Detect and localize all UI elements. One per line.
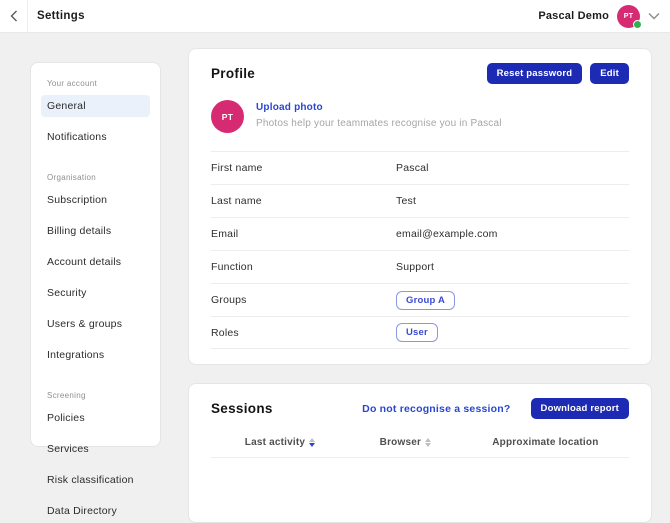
profile-card: Profile Reset password Edit PT Upload ph…: [188, 48, 652, 365]
column-last-activity: Last activity: [244, 437, 306, 448]
field-value: Pascal: [396, 162, 429, 174]
profile-title: Profile: [211, 66, 256, 81]
online-status-dot: [633, 19, 642, 29]
profile-avatar: PT: [211, 100, 244, 133]
sessions-card: Sessions Do not recognise a session? Dow…: [188, 383, 652, 523]
sidebar-section-your-account: Your account: [47, 79, 98, 88]
sidebar-item-subscription[interactable]: Subscription: [41, 189, 150, 211]
upload-photo-link[interactable]: Upload photo: [256, 102, 502, 113]
sidebar-item-data-directory[interactable]: Data Directory: [41, 500, 150, 522]
field-value: email@example.com: [396, 228, 498, 240]
field-label: Function: [211, 261, 253, 273]
field-row-groups: Groups Group A: [211, 283, 629, 316]
chevron-down-icon[interactable]: [648, 12, 660, 20]
column-approximate-location: Approximate location: [492, 437, 599, 448]
sidebar-item-risk-classification[interactable]: Risk classification: [41, 469, 150, 491]
page-title: Settings: [37, 10, 85, 22]
sidebar-item-security[interactable]: Security: [41, 282, 150, 304]
role-chip[interactable]: User: [396, 323, 438, 342]
field-row-last-name: Last name Test: [211, 184, 629, 217]
do-not-recognise-session-link[interactable]: Do not recognise a session?: [362, 403, 510, 415]
field-label: Last name: [211, 195, 262, 207]
field-label: Email: [211, 228, 239, 240]
field-label: First name: [211, 162, 263, 174]
user-name: Pascal Demo: [538, 10, 609, 22]
chevron-left-icon: [10, 10, 17, 22]
sidebar-item-users-groups[interactable]: Users & groups: [41, 313, 150, 335]
sidebar-item-account-details[interactable]: Account details: [41, 251, 150, 273]
sessions-title: Sessions: [211, 401, 273, 416]
sidebar-item-notifications[interactable]: Notifications: [41, 126, 150, 148]
group-chip[interactable]: Group A: [396, 290, 456, 310]
sidebar-item-billing-details[interactable]: Billing details: [41, 220, 150, 242]
sidebar-item-integrations[interactable]: Integrations: [41, 344, 150, 366]
sidebar-item-general[interactable]: General: [41, 95, 150, 117]
sidebar-section-organisation: Organisation: [47, 173, 96, 182]
field-row-email: Email email@example.com: [211, 217, 629, 250]
field-value: Test: [396, 195, 417, 207]
field-row-roles: Roles User: [211, 316, 629, 349]
back-button[interactable]: [0, 0, 28, 33]
field-row-first-name: First name Pascal: [211, 151, 629, 184]
sidebar-item-policies[interactable]: Policies: [41, 407, 150, 429]
settings-sidebar: Your account General Notifications Organ…: [30, 62, 161, 517]
sessions-table-header: Last activity Browser Approximate locati…: [211, 437, 629, 458]
sort-icon-last-activity[interactable]: [309, 438, 316, 447]
download-report-button[interactable]: Download report: [530, 398, 629, 419]
sort-icon-browser[interactable]: [425, 438, 432, 447]
edit-button[interactable]: Edit: [590, 63, 629, 84]
user-avatar[interactable]: PT: [617, 4, 642, 29]
topbar: Settings Pascal Demo PT: [0, 0, 670, 33]
reset-password-button[interactable]: Reset password: [486, 63, 583, 84]
column-browser: Browser: [379, 437, 422, 448]
sidebar-section-screening: Screening: [47, 391, 86, 400]
field-row-function: Function Support: [211, 250, 629, 283]
field-label: Groups: [211, 294, 247, 306]
field-value: Support: [396, 261, 435, 273]
upload-photo-hint: Photos help your teammates recognise you…: [256, 118, 502, 129]
field-label: Roles: [211, 326, 239, 339]
